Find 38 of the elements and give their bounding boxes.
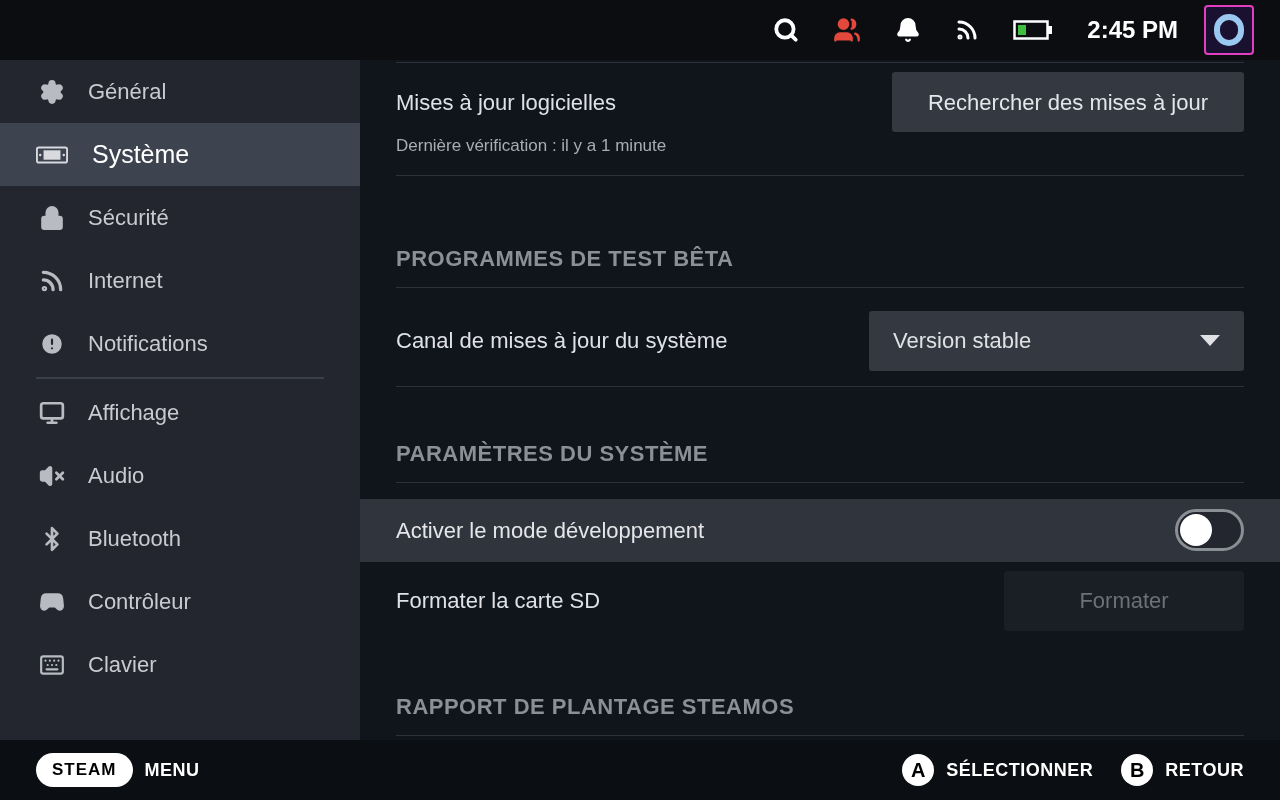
sidebar-item[interactable]: Notifications [0, 312, 360, 375]
row-label: Formater la carte SD [396, 587, 601, 615]
handheld-console-icon [36, 144, 68, 165]
caret-icon [1200, 334, 1220, 347]
button-hint-label: SÉLECTIONNER [946, 758, 1094, 782]
sidebar-item[interactable]: Contrôleur [0, 570, 360, 633]
row-label: Canal de mises à jour du système [396, 327, 728, 355]
search-icon[interactable] [773, 17, 800, 43]
toggle-switch[interactable] [1175, 509, 1244, 551]
action-button[interactable]: Rechercher des mises à jour [892, 72, 1244, 132]
sidebar-item[interactable]: Affichage [0, 381, 360, 444]
section-heading: PARAMÈTRES DU SYSTÈME [396, 440, 708, 466]
avatar[interactable] [1204, 5, 1254, 55]
lock-icon [39, 204, 65, 231]
sidebar-item[interactable]: Clavier [0, 633, 360, 696]
menu-hint: MENU [144, 758, 200, 782]
sidebar-item[interactable]: Bluetooth [0, 507, 360, 570]
sidebar-item[interactable]: Internet [0, 249, 360, 312]
last-check-note: Dernière vérification : il y a 1 minute [396, 136, 667, 155]
controller-button-glyph: B [1121, 754, 1154, 786]
section-heading: PROGRAMMES DE TEST BÊTA [396, 245, 734, 271]
bell-icon[interactable] [895, 17, 922, 43]
section-heading: RAPPORT DE PLANTAGE STEAMOS [396, 693, 795, 719]
row-label: Activer le mode développement [396, 516, 705, 545]
sidebar-item[interactable]: Sécurité [0, 186, 360, 249]
battery-icon[interactable] [1013, 20, 1054, 40]
clock: 2:45 PM [1087, 15, 1178, 45]
button-hint-label: RETOUR [1165, 758, 1244, 782]
sidebar-item[interactable]: Audio [0, 444, 360, 507]
controller-button-glyph: A [902, 754, 935, 786]
gear-icon [39, 78, 65, 105]
friends-icon[interactable] [833, 16, 862, 44]
steam-badge[interactable]: STEAM [36, 753, 133, 787]
row-label: Mises à jour logicielles [396, 88, 617, 117]
channel-dropdown[interactable]: Version stable [869, 310, 1244, 371]
sidebar-item[interactable]: Système [0, 123, 360, 186]
monitor-icon [39, 399, 65, 426]
sidebar-item[interactable]: Général [0, 60, 360, 123]
